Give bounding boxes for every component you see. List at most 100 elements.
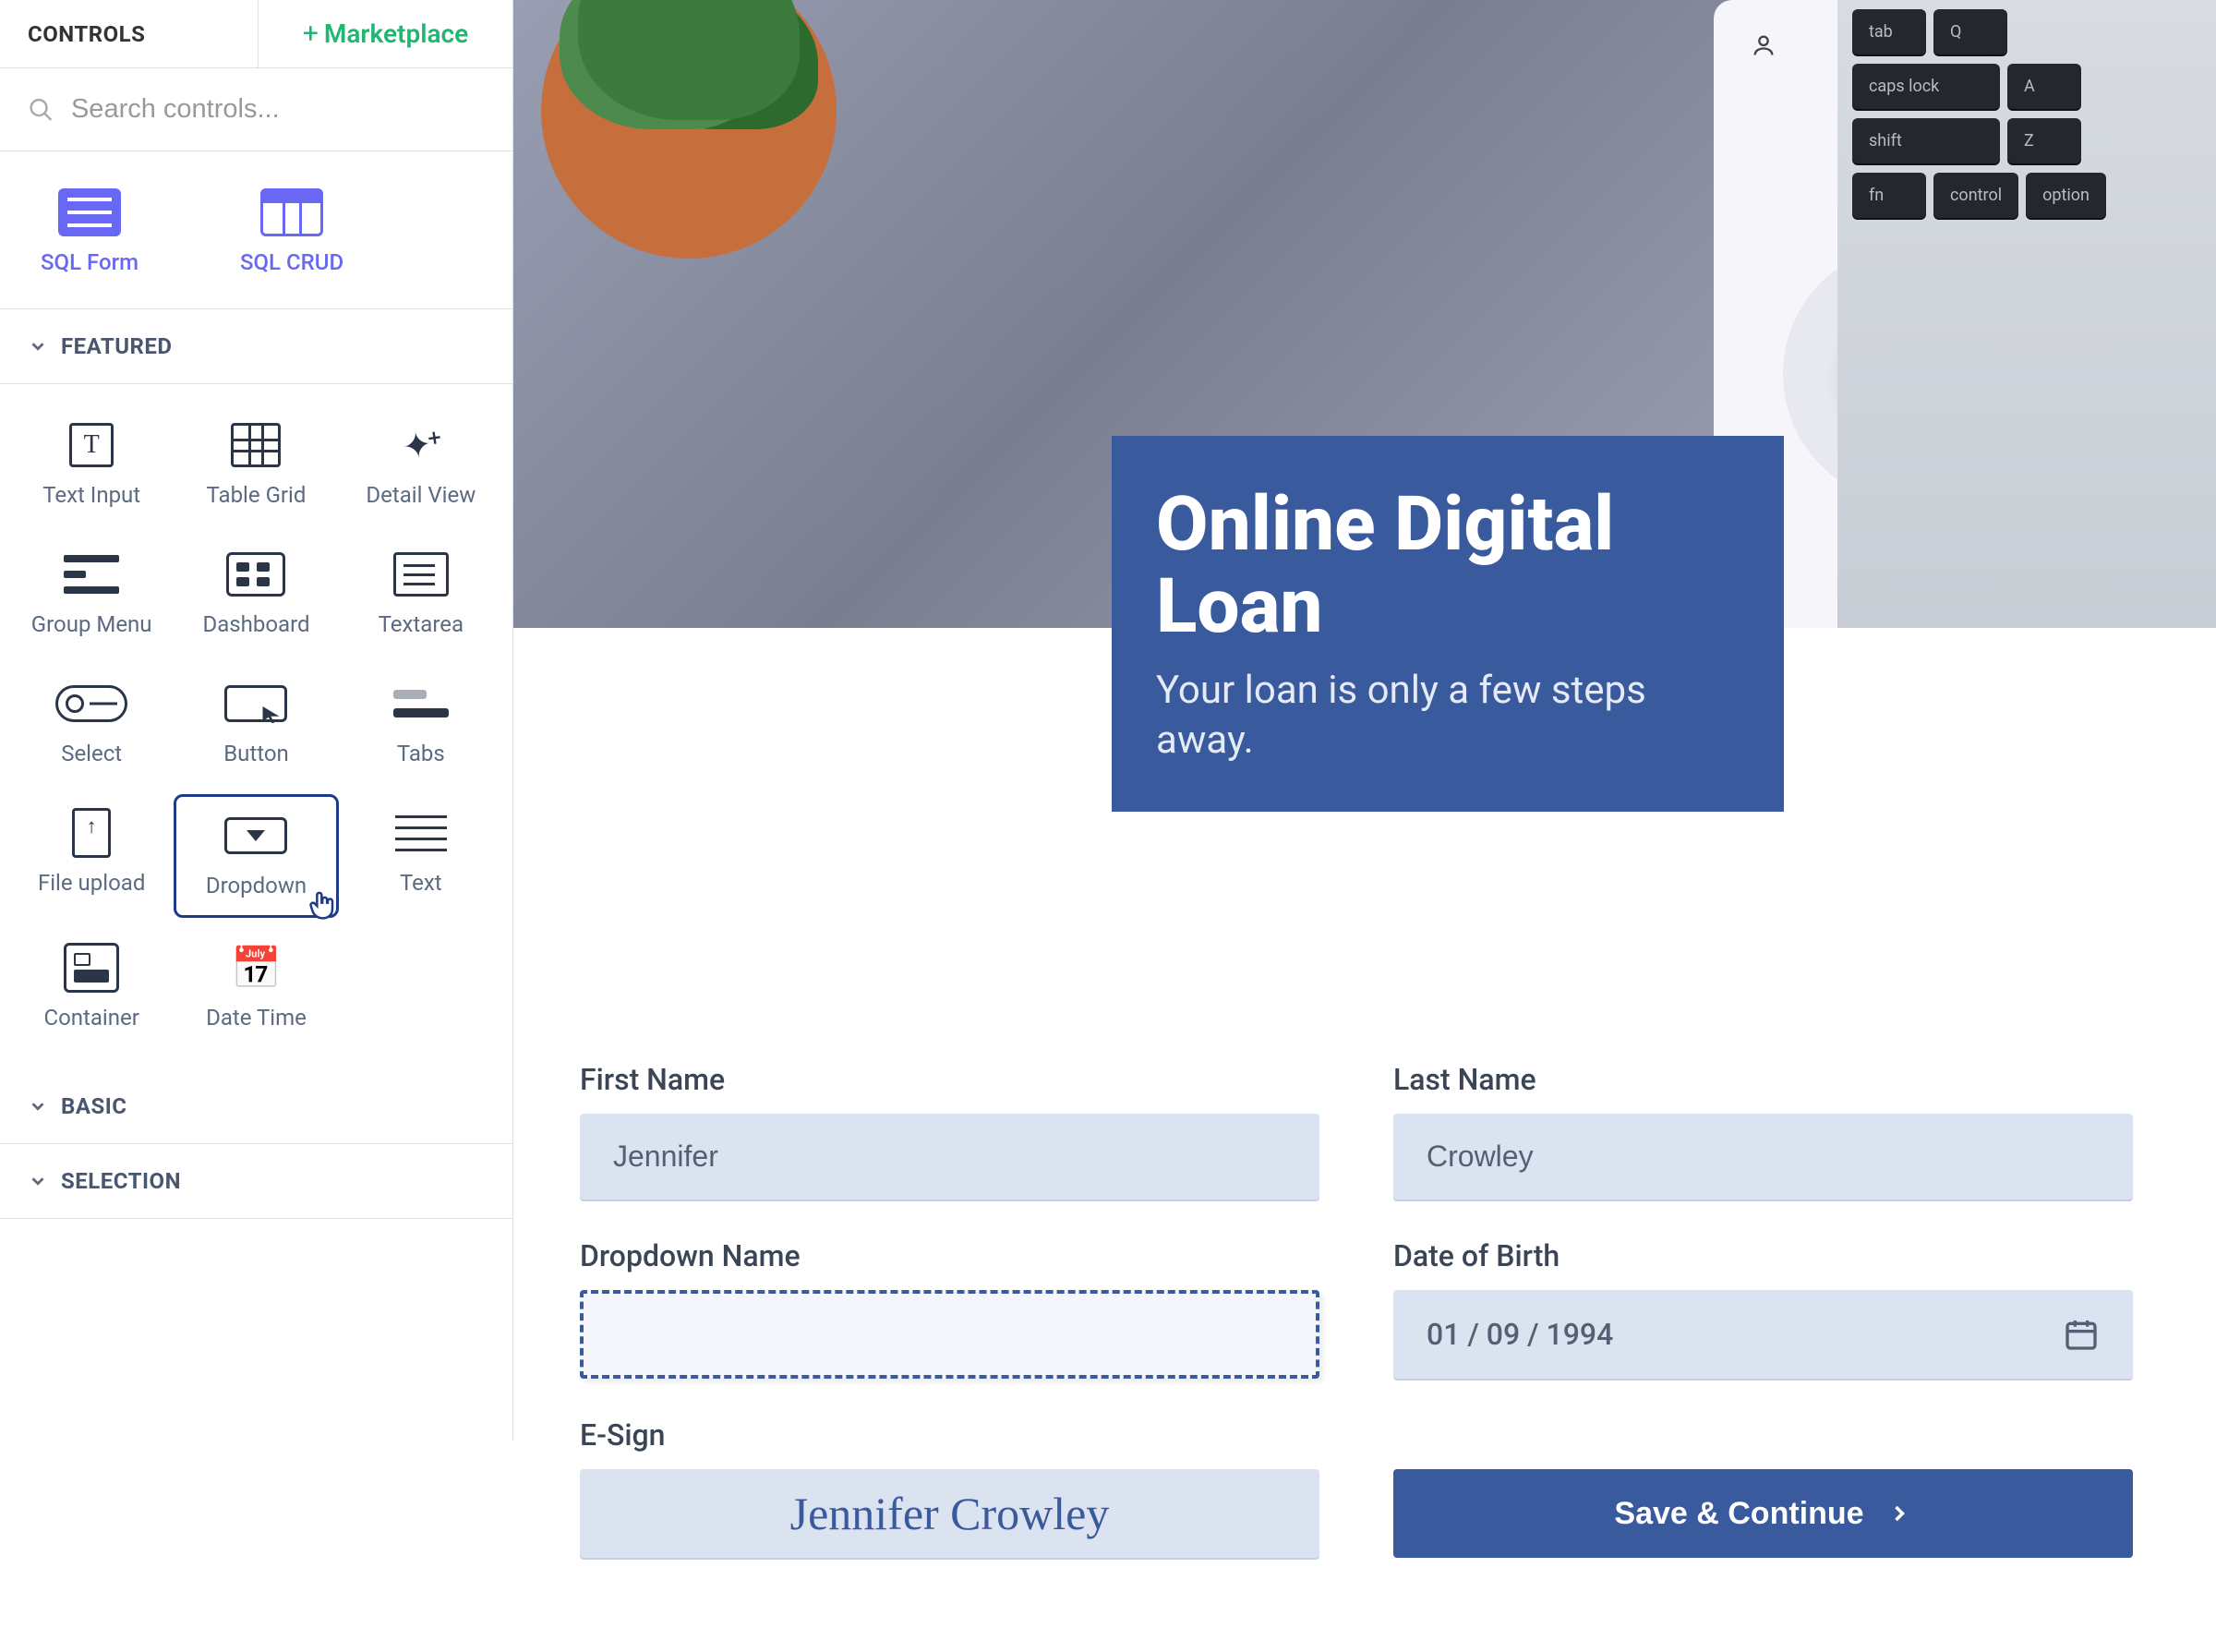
control-button[interactable]: Button — [174, 665, 338, 783]
chevron-right-icon — [1886, 1501, 1912, 1526]
search-row — [0, 68, 512, 151]
sql-crud-label: SQL CRUD — [240, 249, 343, 275]
esign-field[interactable]: Jennifer Crowley — [580, 1469, 1319, 1558]
kbd-key: tab — [1852, 9, 1926, 54]
user-icon — [1751, 32, 1776, 58]
control-label: Text Input — [42, 482, 140, 508]
control-label: Dashboard — [202, 611, 309, 637]
selection-title: SELECTION — [61, 1168, 181, 1194]
selection-section-header[interactable]: SELECTION — [0, 1144, 512, 1219]
top-controls: SQL Form SQL CRUD — [0, 151, 512, 309]
sidebar-header: CONTROLS + Marketplace — [0, 0, 512, 68]
kbd-key: A — [2007, 64, 2081, 109]
save-button-label: Save & Continue — [1614, 1496, 1863, 1532]
control-label: Tabs — [397, 741, 445, 766]
plus-icon: + — [303, 18, 319, 50]
tabs-icon — [393, 690, 449, 717]
dropdown-label: Dropdown Name — [580, 1238, 1319, 1273]
kbd-key: option — [2026, 173, 2106, 218]
file-upload-icon — [72, 808, 111, 858]
control-date-time[interactable]: 📅 Date Time — [174, 929, 338, 1047]
control-dropdown[interactable]: Dropdown — [174, 794, 338, 918]
kbd-key: caps lock — [1852, 64, 2000, 109]
control-select[interactable]: Select — [9, 665, 174, 783]
marketplace-label: Marketplace — [324, 18, 468, 49]
save-continue-button[interactable]: Save & Continue — [1393, 1469, 2133, 1558]
table-grid-icon — [231, 423, 281, 467]
sql-crud-control[interactable]: SQL CRUD — [240, 188, 343, 275]
controls-tab[interactable]: CONTROLS — [0, 0, 259, 67]
hero-subtitle: Your loan is only a few steps away. — [1156, 666, 1740, 766]
control-text[interactable]: Text — [339, 794, 503, 918]
dropdown-drop-target[interactable] — [580, 1290, 1319, 1379]
control-label: Table Grid — [207, 482, 307, 508]
container-icon — [64, 943, 119, 993]
select-icon — [55, 685, 127, 722]
first-name-field[interactable] — [580, 1114, 1319, 1200]
control-textarea[interactable]: Textarea — [339, 536, 503, 654]
control-label: Text — [400, 870, 442, 896]
basic-title: BASIC — [61, 1093, 126, 1119]
search-icon — [28, 95, 54, 125]
control-dashboard[interactable]: Dashboard — [174, 536, 338, 654]
sql-crud-icon — [260, 188, 323, 236]
control-tabs[interactable]: Tabs — [339, 665, 503, 783]
kbd-key: fn — [1852, 173, 1926, 218]
chevron-down-icon — [28, 1171, 48, 1191]
control-label: Textarea — [379, 611, 464, 637]
chevron-down-icon — [28, 1096, 48, 1116]
control-label: Container — [43, 1005, 138, 1031]
cursor-hand-icon — [305, 887, 342, 924]
calendar-icon — [2063, 1316, 2100, 1353]
textarea-icon — [393, 552, 449, 597]
control-label: File upload — [38, 870, 145, 896]
kbd-key: control — [1933, 173, 2018, 218]
sql-form-control[interactable]: SQL Form — [41, 188, 138, 275]
dob-value: 01 / 09 / 1994 — [1427, 1317, 1613, 1352]
last-name-label: Last Name — [1393, 1062, 2133, 1097]
hero-card: Online Digital Loan Your loan is only a … — [1112, 436, 1784, 812]
dob-label: Date of Birth — [1393, 1238, 2133, 1273]
text-icon — [395, 815, 447, 851]
hero-laptop-keyboard: tabQ caps lockA shiftZ fncontroloption — [1837, 0, 2216, 628]
featured-title: FEATURED — [61, 333, 173, 359]
esign-label: E-Sign — [580, 1417, 1319, 1453]
kbd-key: Q — [1933, 9, 2007, 54]
detail-view-icon: ✦⁺ — [400, 422, 441, 468]
basic-section-header[interactable]: BASIC — [0, 1069, 512, 1144]
control-label: Detail View — [366, 482, 476, 508]
controls-sidebar: CONTROLS + Marketplace SQL Form SQL CRUD… — [0, 0, 513, 1441]
sql-form-label: SQL Form — [41, 249, 138, 275]
control-group-menu[interactable]: Group Menu — [9, 536, 174, 654]
control-label: Dropdown — [206, 873, 307, 898]
control-label: Date Time — [206, 1005, 307, 1031]
control-text-input[interactable]: T Text Input — [9, 406, 174, 525]
esign-signature: Jennifer Crowley — [790, 1487, 1110, 1540]
kbd-key: shift — [1852, 118, 2000, 163]
control-detail-view[interactable]: ✦⁺ Detail View — [339, 406, 503, 525]
control-file-upload[interactable]: File upload — [9, 794, 174, 918]
chevron-down-icon — [28, 336, 48, 356]
featured-section-header[interactable]: FEATURED — [0, 309, 512, 384]
dropdown-icon — [224, 817, 287, 854]
form-canvas: $450.34 Invite friends $ tabQ caps lockA… — [513, 0, 2216, 1441]
control-label: Group Menu — [31, 611, 152, 637]
text-input-icon: T — [69, 423, 114, 467]
group-menu-icon — [64, 555, 119, 594]
hero-plant-decoration — [541, 0, 837, 259]
hero-title: Online Digital Loan — [1156, 484, 1740, 647]
control-label: Select — [61, 741, 122, 766]
featured-controls-grid: T Text Input Table Grid ✦⁺ Detail View G… — [0, 384, 512, 1069]
control-label: Button — [223, 741, 289, 766]
date-time-icon: 📅 — [231, 944, 282, 992]
sql-form-icon — [58, 188, 121, 236]
marketplace-link[interactable]: + Marketplace — [259, 18, 512, 50]
last-name-field[interactable] — [1393, 1114, 2133, 1200]
first-name-label: First Name — [580, 1062, 1319, 1097]
kbd-key: Z — [2007, 118, 2081, 163]
search-input[interactable] — [71, 94, 485, 125]
dob-field[interactable]: 01 / 09 / 1994 — [1393, 1290, 2133, 1379]
control-table-grid[interactable]: Table Grid — [174, 406, 338, 525]
button-icon — [224, 685, 287, 722]
control-container[interactable]: Container — [9, 929, 174, 1047]
